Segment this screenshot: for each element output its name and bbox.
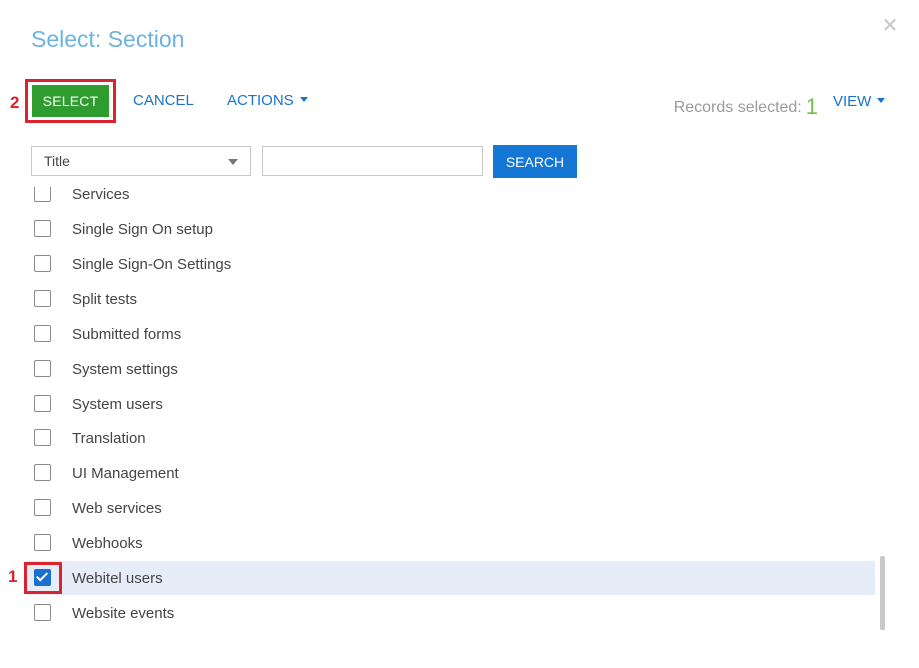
- checkbox[interactable]: [34, 187, 51, 202]
- close-icon[interactable]: ✕: [881, 16, 899, 36]
- checkbox[interactable]: [34, 325, 51, 342]
- chevron-down-icon: [877, 97, 886, 103]
- cancel-button[interactable]: CANCEL: [133, 92, 194, 109]
- step-2-marker: 2: [10, 93, 20, 112]
- list-item-label: Web services: [72, 500, 162, 517]
- search-input[interactable]: [262, 146, 483, 176]
- list-item[interactable]: Single Sign On setup: [26, 212, 875, 246]
- list-item[interactable]: Submitted forms: [26, 317, 875, 351]
- checkbox[interactable]: [34, 464, 51, 481]
- list-item-label: Single Sign-On Settings: [72, 256, 232, 273]
- list-item-selected[interactable]: Webitel users: [26, 561, 875, 595]
- column-select-value: Title: [44, 153, 70, 169]
- search-button[interactable]: SEARCH: [493, 145, 577, 178]
- chevron-down-icon: [299, 96, 308, 102]
- checkbox[interactable]: [34, 499, 51, 516]
- list-item[interactable]: Website events: [26, 596, 875, 630]
- checkbox[interactable]: [34, 360, 51, 377]
- list-item[interactable]: System settings: [26, 352, 875, 386]
- actions-label: ACTIONS: [227, 92, 294, 109]
- checkbox[interactable]: [34, 534, 51, 551]
- list-item-label: System users: [72, 396, 163, 413]
- list-item[interactable]: Split tests: [26, 282, 875, 316]
- section-list: Services Single Sign On setup Single Sig…: [0, 187, 892, 632]
- column-select[interactable]: Title: [31, 146, 251, 176]
- list-item[interactable]: Translation: [26, 421, 875, 455]
- list-item[interactable]: Single Sign-On Settings: [26, 247, 875, 281]
- dialog-title: Select: Section: [31, 26, 185, 52]
- checkbox[interactable]: [34, 290, 51, 307]
- list-item-label: Website events: [72, 605, 175, 622]
- scrollbar[interactable]: [880, 556, 885, 630]
- checkbox[interactable]: [34, 429, 51, 446]
- toolbar: 2 SELECT CANCEL ACTIONS Records selected…: [0, 79, 919, 123]
- records-selected: Records selected: 1: [673, 92, 818, 119]
- view-label: VIEW: [833, 93, 872, 110]
- chevron-down-icon: [228, 159, 238, 165]
- list-item-label: System settings: [72, 361, 178, 378]
- select-button[interactable]: SELECT: [32, 85, 109, 117]
- list-item-label: Translation: [72, 430, 146, 447]
- records-selected-label: Records selected:: [673, 99, 802, 116]
- list-item[interactable]: System users: [26, 387, 875, 421]
- list-item-label: Split tests: [72, 291, 138, 308]
- actions-button[interactable]: ACTIONS: [227, 92, 308, 109]
- records-selected-count: 1: [805, 94, 818, 119]
- view-button[interactable]: VIEW: [833, 93, 886, 110]
- checkbox[interactable]: [34, 395, 51, 412]
- step-1-marker: 1: [8, 567, 18, 586]
- list-item-label: UI Management: [72, 465, 179, 482]
- checkbox[interactable]: [34, 255, 51, 272]
- list-item[interactable]: Web services: [26, 491, 875, 525]
- list-item[interactable]: Services: [26, 187, 875, 211]
- checkbox[interactable]: [34, 220, 51, 237]
- list-item-label: Webhooks: [72, 535, 143, 552]
- list-item-label: Services: [72, 187, 130, 203]
- list-item-label: Single Sign On setup: [72, 221, 213, 238]
- checkbox-highlight: [24, 562, 62, 594]
- list-item-label: Webitel users: [72, 570, 163, 587]
- list-item-label: Submitted forms: [72, 326, 182, 343]
- list-item[interactable]: UI Management: [26, 456, 875, 490]
- list-item[interactable]: Webhooks: [26, 526, 875, 560]
- checkbox[interactable]: [34, 604, 51, 621]
